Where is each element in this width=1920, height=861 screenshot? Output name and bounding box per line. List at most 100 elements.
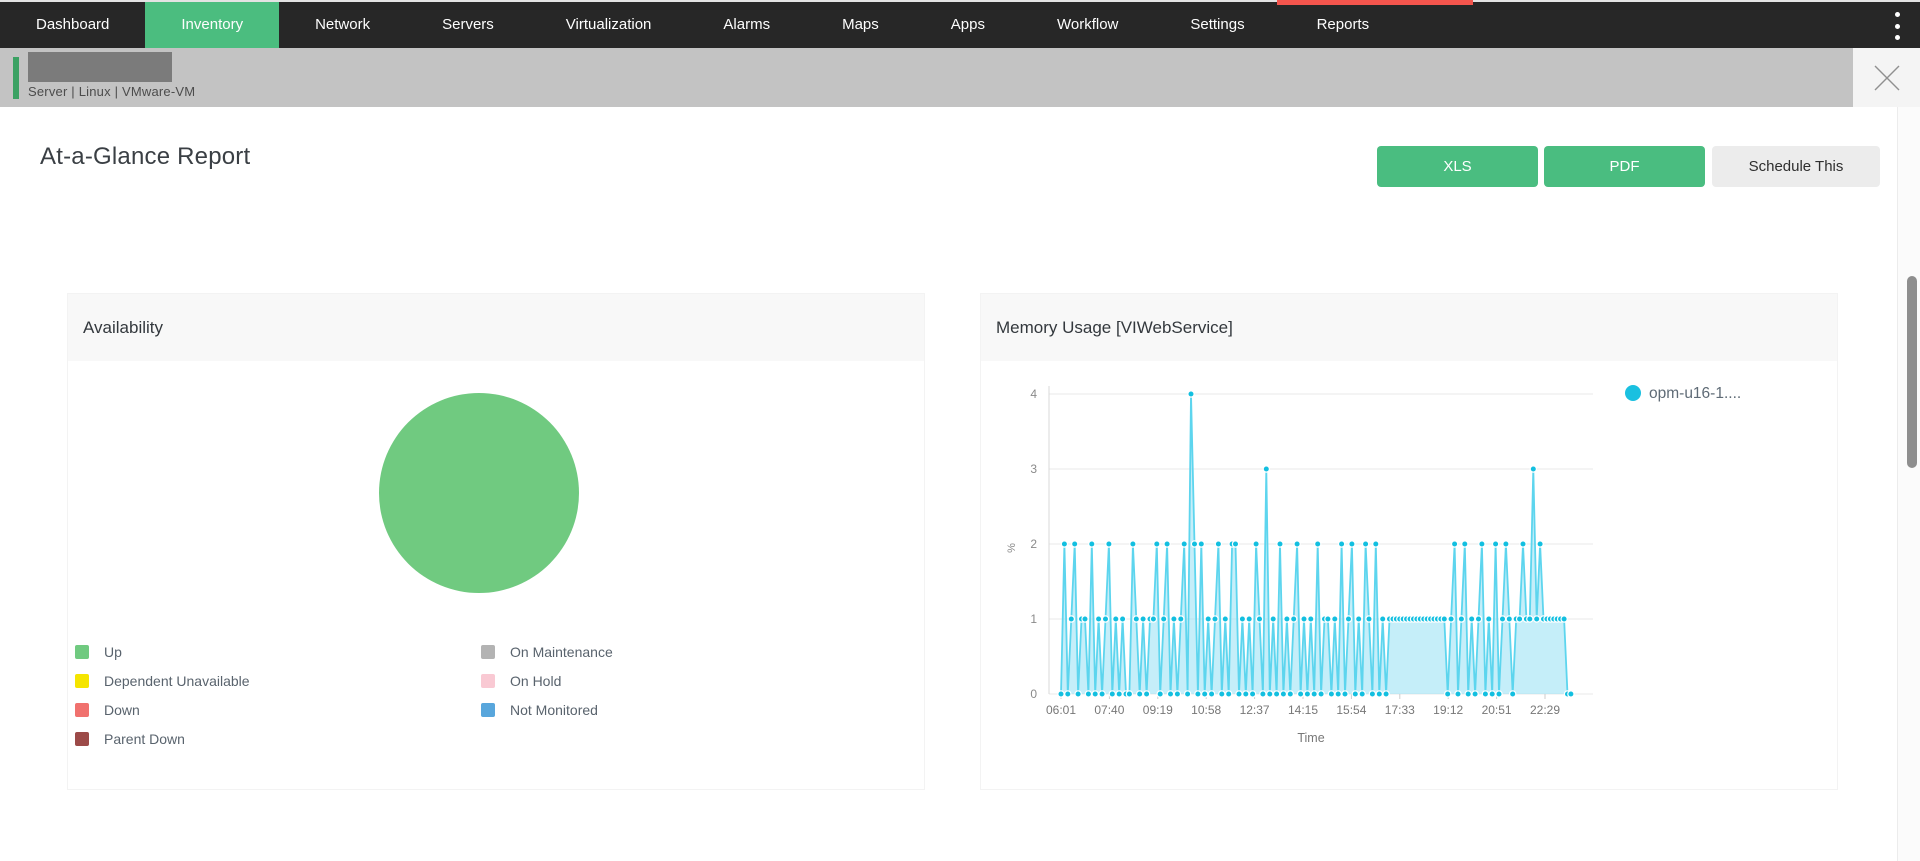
data-point-marker bbox=[1105, 540, 1113, 548]
data-point-marker bbox=[1272, 690, 1281, 698]
nav-item-network[interactable]: Network bbox=[279, 2, 406, 48]
data-point-marker bbox=[1519, 540, 1527, 548]
alert-indicator-strip bbox=[1277, 0, 1473, 5]
memory-panel-header: Memory Usage [VIWebService] bbox=[981, 294, 1837, 361]
data-point-marker bbox=[1358, 690, 1366, 698]
data-point-marker bbox=[1081, 615, 1089, 623]
data-point-marker bbox=[1101, 615, 1110, 623]
data-point-marker bbox=[1224, 690, 1233, 698]
data-point-marker bbox=[1112, 615, 1120, 623]
data-point-marker bbox=[1118, 615, 1127, 623]
device-notice-bar: Server | Linux | VMware-VM bbox=[0, 48, 1920, 107]
legend-item-down: Down bbox=[75, 702, 250, 718]
data-point-marker bbox=[1314, 540, 1322, 548]
legend-label: On Maintenance bbox=[510, 644, 613, 660]
nav-item-maps[interactable]: Maps bbox=[806, 2, 915, 48]
data-point-marker bbox=[1094, 615, 1103, 623]
availability-panel: Availability Up Dependent Unavailable Down… bbox=[67, 293, 925, 790]
nav-item-servers[interactable]: Servers bbox=[406, 2, 530, 48]
legend-label: Down bbox=[104, 702, 140, 718]
legend-item-dependent-unavailable: Dependent Unavailable bbox=[75, 673, 250, 689]
data-point-marker bbox=[1447, 615, 1455, 623]
legend-swatch bbox=[75, 645, 89, 659]
data-point-marker bbox=[1372, 540, 1380, 548]
data-point-marker bbox=[1218, 690, 1226, 698]
data-point-marker bbox=[1300, 615, 1308, 623]
legend-label: Parent Down bbox=[104, 731, 185, 747]
data-point-marker bbox=[1440, 615, 1448, 623]
data-point-marker bbox=[1567, 690, 1575, 698]
status-accent-bar bbox=[13, 57, 19, 99]
data-point-marker bbox=[1444, 690, 1452, 698]
legend-column-2: On Maintenance On Hold Not Monitored bbox=[481, 644, 613, 732]
x-tick-label: 15:54 bbox=[1336, 703, 1366, 717]
pdf-export-button[interactable]: PDF bbox=[1544, 146, 1705, 187]
data-point-marker bbox=[1088, 540, 1096, 548]
data-point-marker bbox=[1248, 690, 1257, 698]
scrollbar-thumb[interactable] bbox=[1907, 276, 1917, 468]
nav-item-workflow[interactable]: Workflow bbox=[1021, 2, 1154, 48]
data-point-marker bbox=[1262, 465, 1270, 473]
data-point-marker bbox=[1180, 540, 1188, 548]
legend-item-parent-down: Parent Down bbox=[75, 731, 250, 747]
data-point-marker bbox=[1108, 690, 1116, 698]
screen: Dashboard Inventory Network Servers Virtuali… bbox=[0, 0, 1920, 861]
nav-item-reports[interactable]: Reports bbox=[1281, 2, 1406, 48]
data-point-marker bbox=[1536, 540, 1544, 548]
data-point-marker bbox=[1259, 690, 1267, 698]
close-button[interactable] bbox=[1853, 48, 1920, 107]
data-point-marker bbox=[1207, 690, 1216, 698]
scrollbar-track[interactable] bbox=[1897, 107, 1920, 861]
data-point-marker bbox=[1070, 540, 1079, 548]
legend-column-1: Up Dependent Unavailable Down Parent Down bbox=[75, 644, 250, 761]
kebab-menu-icon[interactable] bbox=[1890, 12, 1904, 40]
data-point-marker bbox=[1098, 690, 1106, 698]
data-point-marker bbox=[1478, 540, 1486, 548]
x-tick-label: 20:51 bbox=[1482, 703, 1512, 717]
memory-panel-title: Memory Usage [VIWebService] bbox=[996, 318, 1233, 337]
schedule-this-button[interactable]: Schedule This bbox=[1712, 146, 1880, 187]
data-point-marker bbox=[1344, 615, 1353, 623]
data-point-marker bbox=[1526, 615, 1534, 623]
data-point-marker bbox=[1067, 615, 1076, 623]
data-point-marker bbox=[1515, 615, 1524, 623]
nav-item-inventory[interactable]: Inventory bbox=[145, 2, 280, 48]
availability-panel-header: Availability bbox=[68, 294, 924, 361]
data-point-marker bbox=[1153, 540, 1161, 548]
data-point-marker bbox=[1457, 615, 1466, 623]
x-tick-label: 22:29 bbox=[1530, 703, 1560, 717]
y-tick-label: 3 bbox=[1030, 462, 1037, 476]
nav-list: Dashboard Inventory Network Servers Virtuali… bbox=[0, 2, 1920, 48]
data-point-marker bbox=[1368, 690, 1377, 698]
nav-item-apps[interactable]: Apps bbox=[915, 2, 1021, 48]
data-point-marker bbox=[1454, 690, 1462, 698]
data-point-marker bbox=[1348, 540, 1356, 548]
nav-item-dashboard[interactable]: Dashboard bbox=[0, 2, 145, 48]
data-point-marker bbox=[1303, 690, 1312, 698]
data-point-marker bbox=[1238, 615, 1247, 623]
data-point-marker bbox=[1060, 540, 1069, 548]
data-point-marker bbox=[1375, 690, 1383, 698]
data-point-marker bbox=[1317, 690, 1325, 698]
data-point-marker bbox=[1163, 540, 1171, 548]
xls-export-button[interactable]: XLS bbox=[1377, 146, 1538, 187]
data-point-marker bbox=[1245, 615, 1253, 623]
data-point-marker bbox=[1139, 615, 1147, 623]
nav-item-virtualization[interactable]: Virtualization bbox=[530, 2, 688, 48]
legend-swatch bbox=[75, 703, 89, 717]
data-point-marker bbox=[1125, 690, 1134, 698]
top-navigation: Dashboard Inventory Network Servers Virtuali… bbox=[0, 2, 1920, 48]
legend-swatch bbox=[75, 732, 89, 746]
nav-item-alarms[interactable]: Alarms bbox=[687, 2, 806, 48]
data-point-marker bbox=[1337, 540, 1346, 548]
data-point-marker bbox=[1084, 690, 1093, 698]
nav-item-settings[interactable]: Settings bbox=[1154, 2, 1280, 48]
y-axis-title: % bbox=[1006, 543, 1018, 553]
legend-swatch bbox=[481, 674, 495, 688]
data-point-marker bbox=[1509, 690, 1517, 698]
data-point-marker bbox=[1355, 615, 1363, 623]
data-point-marker bbox=[1290, 615, 1298, 623]
data-point-marker bbox=[1286, 690, 1294, 698]
data-point-marker bbox=[1266, 690, 1274, 698]
data-point-marker bbox=[1170, 615, 1178, 623]
